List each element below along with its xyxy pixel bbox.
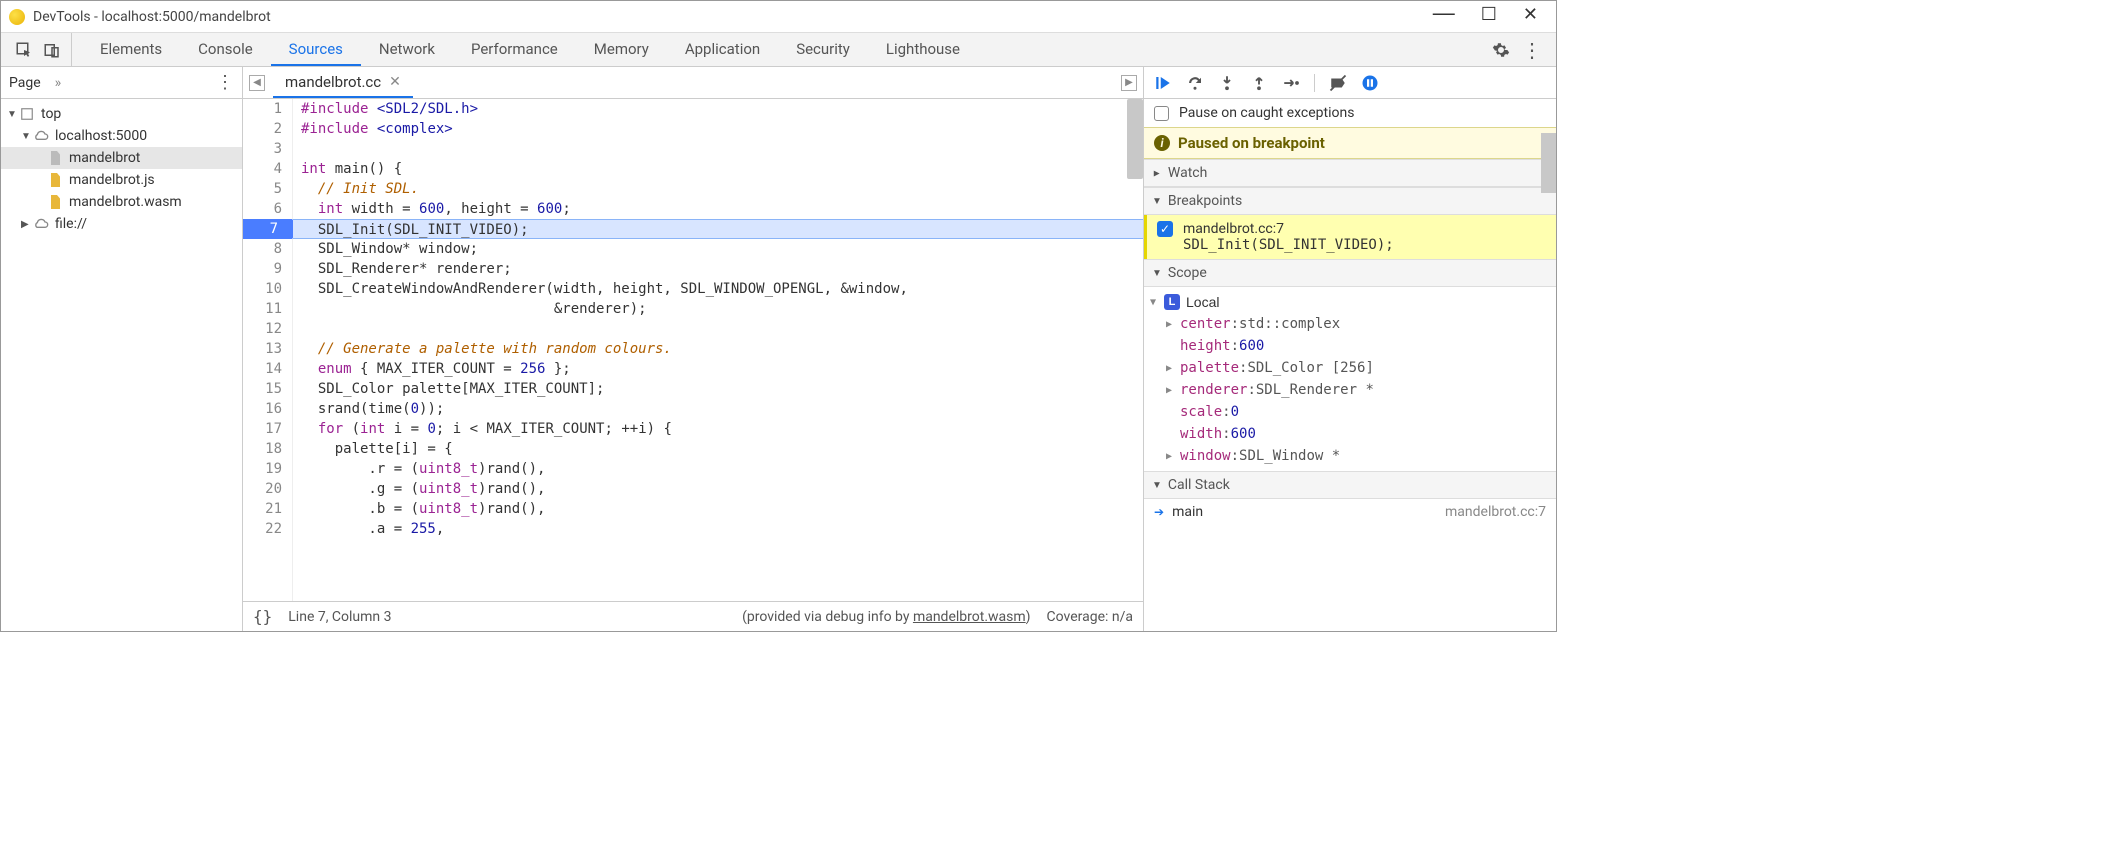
debug-info-source: (provided via debug info by mandelbrot.w… (742, 609, 1030, 625)
tree-file-mandelbrot-wasm[interactable]: mandelbrot.wasm (1, 191, 242, 213)
close-tab-icon[interactable]: ✕ (389, 74, 401, 90)
panel-scrollbar-thumb[interactable] (1541, 133, 1556, 193)
toggle-debugger-icon[interactable]: ▶ (1121, 75, 1137, 91)
more-tabs-icon[interactable]: » (55, 75, 62, 91)
scope-var[interactable]: width: 600 (1144, 423, 1556, 445)
tab-security[interactable]: Security (778, 33, 868, 66)
scope-var[interactable]: scale: 0 (1144, 401, 1556, 423)
maximize-button[interactable]: ☐ (1481, 4, 1497, 30)
scope-var[interactable]: height: 600 (1144, 335, 1556, 357)
file-icon (47, 172, 63, 188)
tree-file-mandelbrot[interactable]: mandelbrot (1, 147, 242, 169)
scrollbar-thumb[interactable] (1127, 99, 1143, 179)
section-breakpoints[interactable]: ▼Breakpoints (1144, 187, 1556, 215)
local-icon: L (1164, 294, 1180, 310)
minimize-button[interactable]: — (1433, 0, 1455, 26)
tab-console[interactable]: Console (180, 33, 271, 66)
devtools-icon (9, 9, 25, 25)
scope-var[interactable]: ▶center: std::complex (1144, 313, 1556, 335)
section-callstack[interactable]: ▼Call Stack (1144, 471, 1556, 499)
scope-var[interactable]: ▶palette: SDL_Color [256] (1144, 357, 1556, 379)
breakpoint-location: mandelbrot.cc:7 (1183, 221, 1284, 237)
device-toggle-icon[interactable] (43, 41, 61, 59)
paused-banner: i Paused on breakpoint (1144, 127, 1556, 159)
section-scope[interactable]: ▼Scope (1144, 259, 1556, 287)
callstack-frame[interactable]: ➔ main mandelbrot.cc:7 (1144, 499, 1556, 525)
deactivate-breakpoints-icon[interactable] (1329, 74, 1347, 92)
file-tree: ▼ top ▼ localhost:5000 mandelbrot mandel… (1, 99, 242, 631)
tab-application[interactable]: Application (667, 33, 778, 66)
tree-host[interactable]: ▼ localhost:5000 (1, 125, 242, 147)
scope-var[interactable]: ▶renderer: SDL_Renderer * (1144, 379, 1556, 401)
active-frame-icon: ➔ (1154, 505, 1164, 519)
cloud-icon (33, 216, 49, 232)
editor-tabbar: ◀ mandelbrot.cc ✕ ▶ (243, 67, 1143, 99)
pause-caught-checkbox[interactable] (1154, 106, 1169, 121)
info-icon: i (1154, 135, 1170, 151)
page-tab-label[interactable]: Page (9, 75, 55, 91)
coverage-info: Coverage: n/a (1047, 609, 1133, 625)
inspect-icon[interactable] (15, 41, 33, 59)
scope-var[interactable]: ▶window: SDL_Window * (1144, 445, 1556, 467)
tab-lighthouse[interactable]: Lighthouse (868, 33, 978, 66)
debug-info-link[interactable]: mandelbrot.wasm (913, 609, 1026, 625)
scope-body: ▼ L Local ▶center: std::complexheight: 6… (1144, 287, 1556, 471)
debug-toolbar (1144, 67, 1556, 99)
tree-file-scheme[interactable]: ▶ file:// (1, 213, 242, 235)
settings-icon[interactable] (1492, 41, 1510, 59)
window-title: DevTools - localhost:5000/mandelbrot (33, 9, 1433, 25)
pause-on-caught-row[interactable]: Pause on caught exceptions (1144, 99, 1556, 127)
close-button[interactable]: ✕ (1523, 4, 1538, 30)
code-editor[interactable]: 12345678910111213141516171819202122 #inc… (243, 99, 1143, 601)
window-controls: — ☐ ✕ (1433, 4, 1538, 30)
step-over-icon[interactable] (1186, 74, 1204, 92)
editor-statusbar: {} Line 7, Column 3 (provided via debug … (243, 601, 1143, 631)
breakpoint-snippet: SDL_Init(SDL_INIT_VIDEO); (1157, 237, 1546, 253)
file-icon (47, 150, 63, 166)
breakpoint-item[interactable]: ✓ mandelbrot.cc:7 SDL_Init(SDL_INIT_VIDE… (1144, 215, 1556, 259)
file-icon (47, 194, 63, 210)
debugger-panel: Pause on caught exceptions i Paused on b… (1144, 67, 1556, 631)
cloud-icon (33, 128, 49, 144)
toggle-navigator-icon[interactable]: ◀ (249, 75, 265, 91)
resume-icon[interactable] (1154, 74, 1172, 92)
window-titlebar: DevTools - localhost:5000/mandelbrot — ☐… (1, 1, 1556, 33)
pretty-print-icon[interactable]: {} (253, 607, 272, 626)
line-gutter[interactable]: 12345678910111213141516171819202122 (243, 99, 293, 601)
step-out-icon[interactable] (1250, 74, 1268, 92)
tab-memory[interactable]: Memory (576, 33, 667, 66)
scope-local-header[interactable]: ▼ L Local (1144, 291, 1556, 313)
tab-network[interactable]: Network (361, 33, 453, 66)
editor-tab-mandelbrot-cc[interactable]: mandelbrot.cc ✕ (273, 67, 413, 98)
tab-performance[interactable]: Performance (453, 33, 576, 66)
devtools-tabsbar: Elements Console Sources Network Perform… (1, 33, 1556, 67)
tab-sources[interactable]: Sources (271, 33, 361, 66)
section-watch[interactable]: ▼Watch (1144, 159, 1556, 187)
sidebar-more-icon[interactable]: ⋮ (216, 72, 234, 93)
step-into-icon[interactable] (1218, 74, 1236, 92)
tab-elements[interactable]: Elements (82, 33, 180, 66)
step-icon[interactable] (1282, 74, 1300, 92)
editor-pane: ◀ mandelbrot.cc ✕ ▶ 12345678910111213141… (243, 67, 1144, 631)
pause-exceptions-icon[interactable] (1361, 74, 1379, 92)
more-menu-icon[interactable]: ⋮ (1522, 38, 1542, 62)
sidebar-header: Page » ⋮ (1, 67, 242, 99)
tree-top[interactable]: ▼ top (1, 103, 242, 125)
breakpoint-checkbox[interactable]: ✓ (1157, 221, 1173, 237)
tree-file-mandelbrot-js[interactable]: mandelbrot.js (1, 169, 242, 191)
sources-sidebar: Page » ⋮ ▼ top ▼ localhost:5000 mandelbr… (1, 67, 243, 631)
code-content[interactable]: #include <SDL2/SDL.h>#include <complex>i… (293, 99, 1143, 601)
cursor-position: Line 7, Column 3 (288, 609, 391, 625)
frame-icon (19, 106, 35, 122)
